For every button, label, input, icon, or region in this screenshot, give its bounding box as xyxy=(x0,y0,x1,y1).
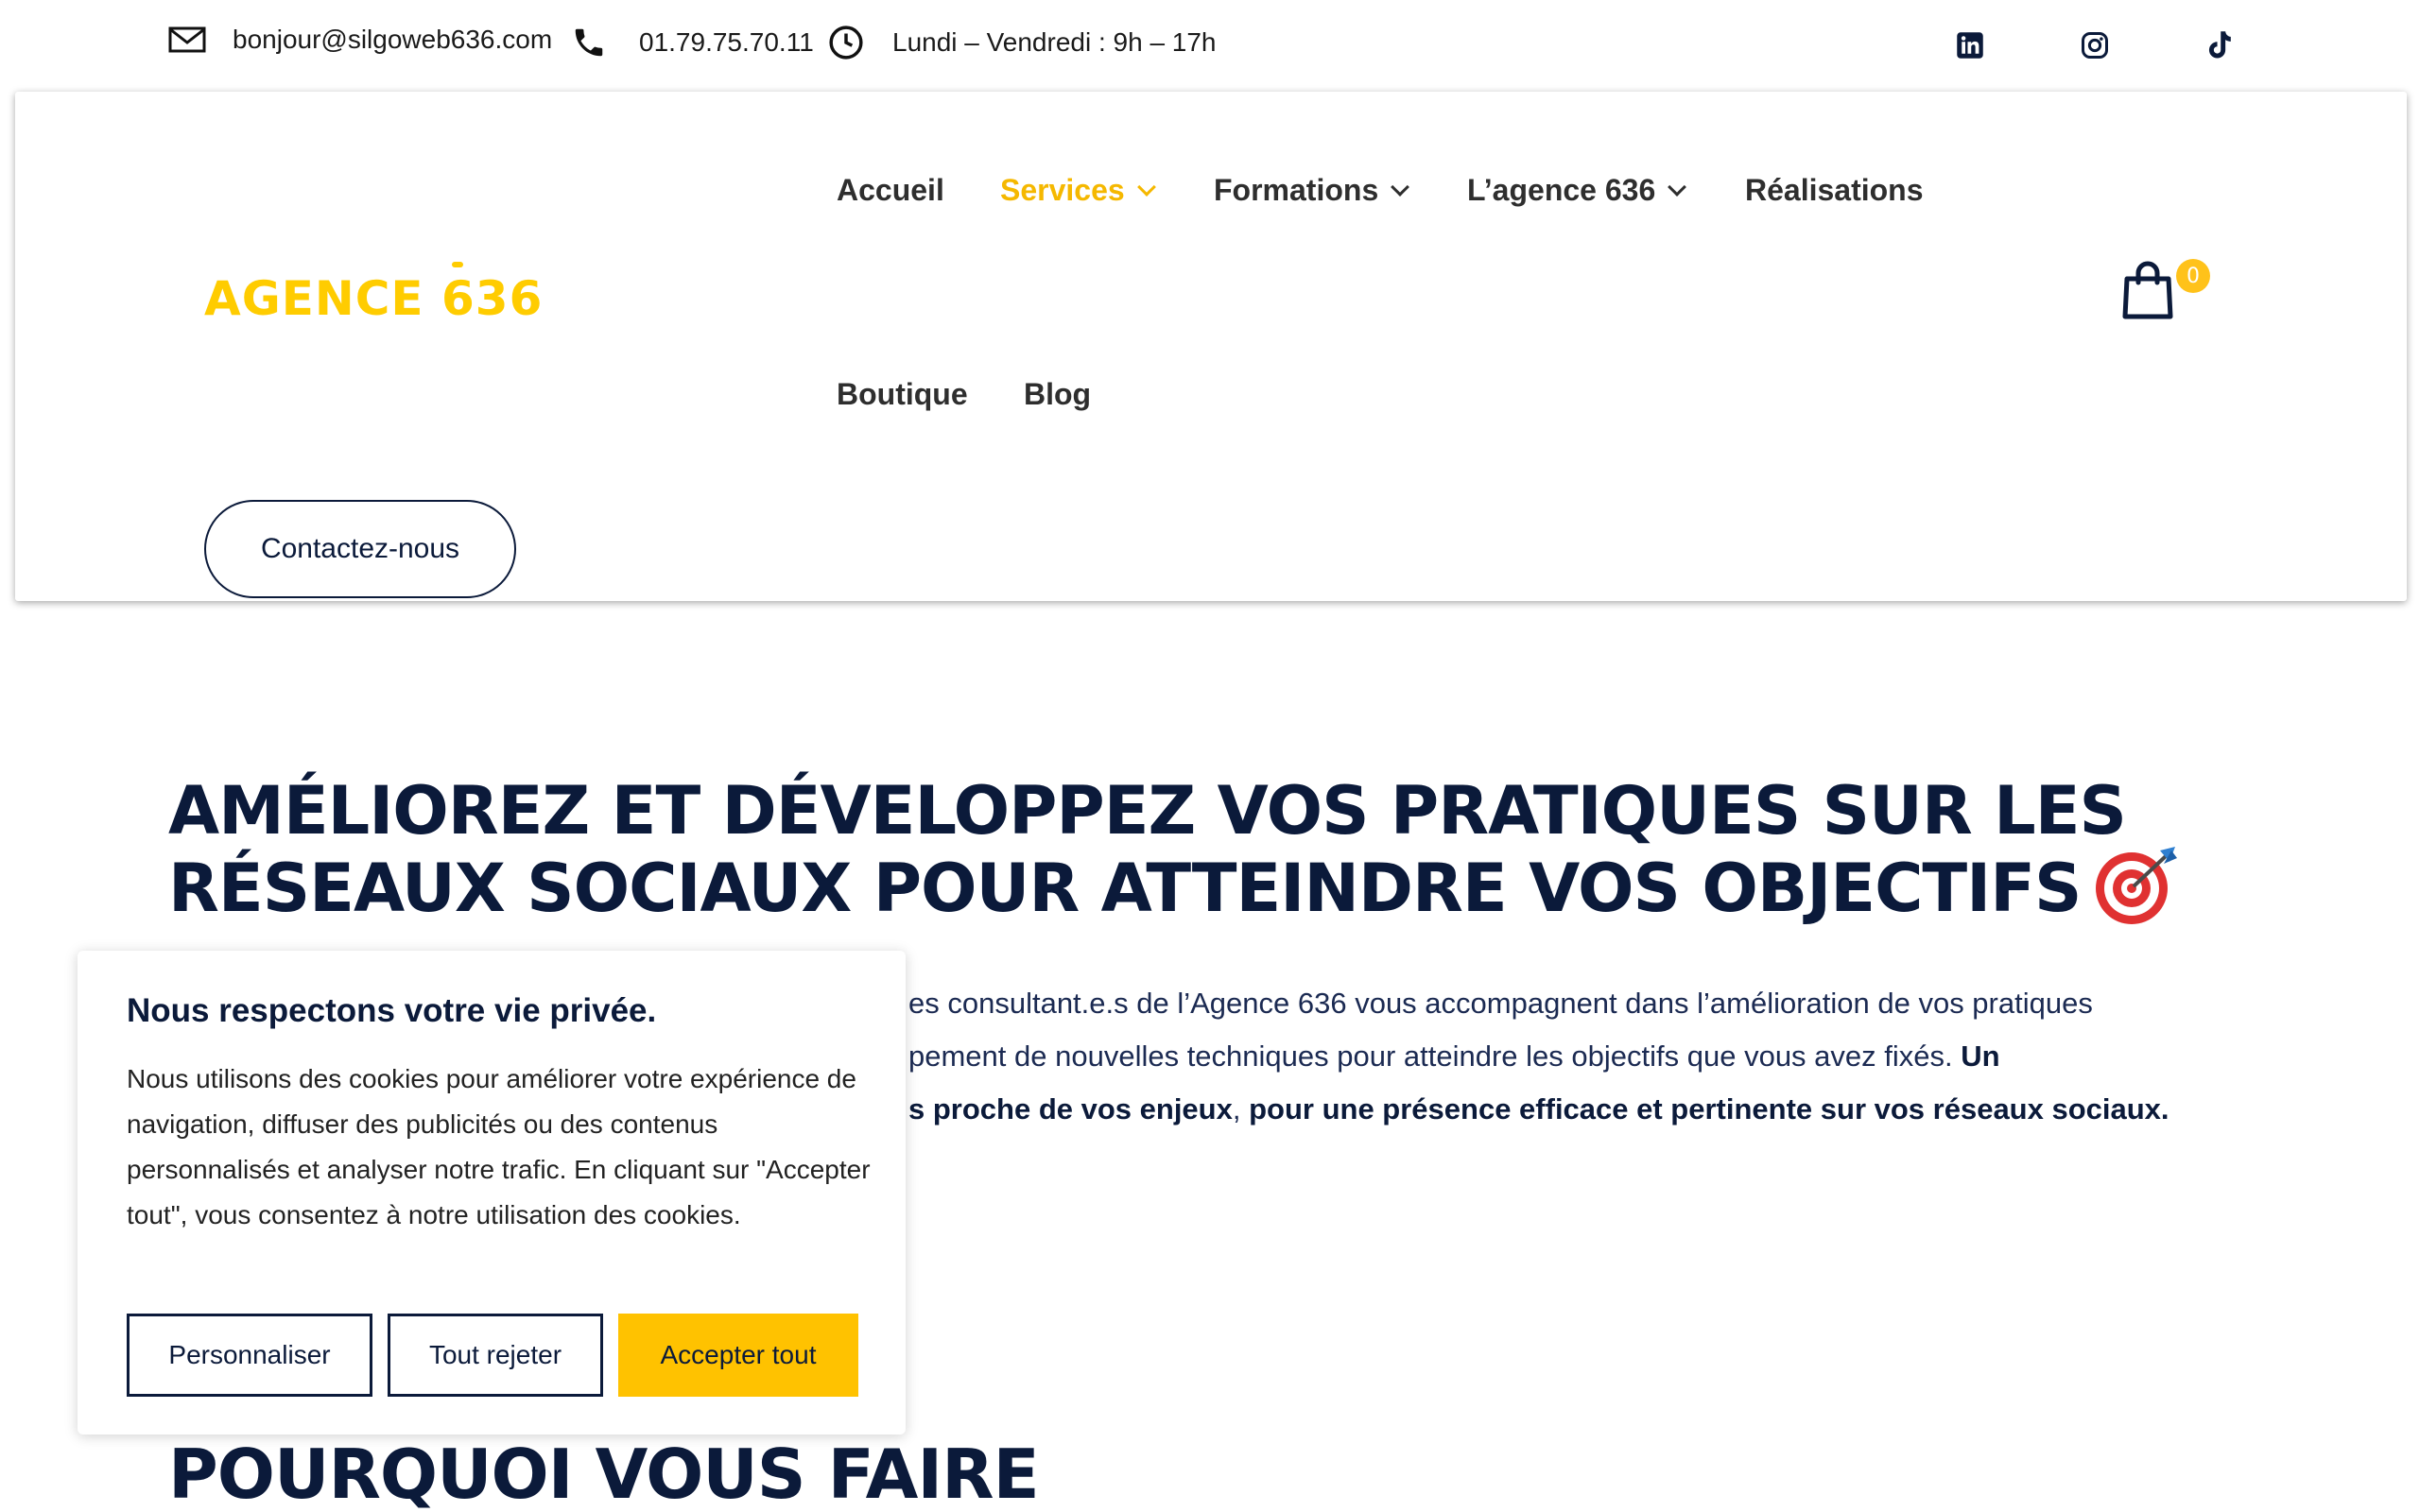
target-icon xyxy=(2094,847,2181,939)
chevron-down-icon xyxy=(1136,177,1156,197)
opening-hours: Lundi – Vendredi : 9h – 17h xyxy=(828,25,1217,60)
email-text: bonjour@silgoweb636.com xyxy=(233,25,553,54)
nav-label: Services xyxy=(1000,173,1125,207)
hours-text: Lundi – Vendredi : 9h – 17h xyxy=(892,27,1217,57)
chevron-down-icon xyxy=(1668,177,1687,197)
mail-icon xyxy=(168,26,206,54)
cart-count-badge: 0 xyxy=(2176,259,2210,293)
top-bar: bonjour@silgoweb636.com 01.79.75.70.11 L… xyxy=(0,0,2420,91)
para-line-2-bold: Un xyxy=(1961,1040,2000,1073)
page-title: AMÉLIOREZ ET DÉVELOPPEZ VOS PRATIQUES SU… xyxy=(168,775,2267,939)
para-line-3-bold-a: s proche de vos enjeux xyxy=(908,1092,1233,1125)
cookie-banner: Nous respectons votre vie privée. Nous u… xyxy=(78,951,906,1435)
phone-text: 01.79.75.70.11 xyxy=(639,27,814,57)
nav-services[interactable]: Services xyxy=(1000,173,1156,208)
accept-all-button[interactable]: Accepter tout xyxy=(618,1314,858,1397)
nav-blog[interactable]: Blog xyxy=(1024,377,1091,412)
shopping-bag-icon xyxy=(2122,261,2173,319)
cart-button[interactable] xyxy=(2118,260,2184,326)
nav-label: Blog xyxy=(1024,377,1092,411)
nav-label: Formations xyxy=(1214,173,1379,207)
cookie-title: Nous respectons votre vie privée. xyxy=(127,992,657,1029)
para-line-3-bold-b: pour une présence efficace et pertinente… xyxy=(1249,1092,2169,1125)
logo-accent xyxy=(452,262,463,267)
para-line-2: pement de nouvelles techniques pour atte… xyxy=(908,1040,1962,1073)
nav-agence[interactable]: L’agence 636 xyxy=(1467,173,1687,208)
nav-label: Accueil xyxy=(837,173,944,207)
phone-contact[interactable]: 01.79.75.70.11 xyxy=(571,25,814,60)
tiktok-icon[interactable] xyxy=(2203,28,2237,62)
reject-all-button[interactable]: Tout rejeter xyxy=(388,1314,603,1397)
title-line-1: AMÉLIOREZ ET DÉVELOPPEZ VOS PRATIQUES SU… xyxy=(168,772,2127,850)
para-line-3-sep: , xyxy=(1232,1092,1250,1125)
nav-realisations[interactable]: Réalisations xyxy=(1745,173,1924,208)
nav-label: Boutique xyxy=(837,377,968,411)
section-title: POURQUOI VOUS FAIRE xyxy=(168,1435,1040,1512)
logo-text: AGENCE 636 xyxy=(204,271,544,326)
nav-accueil[interactable]: Accueil xyxy=(837,173,944,208)
cookie-text: Nous utilisons des cookies pour améliore… xyxy=(127,1064,871,1229)
agency-logo[interactable]: AGENCE 636 xyxy=(204,262,544,326)
title-line-2: RÉSEAUX SOCIAUX POUR ATTEINDRE VOS OBJEC… xyxy=(168,850,2082,928)
email-contact[interactable]: bonjour@silgoweb636.com xyxy=(168,25,552,55)
customize-button[interactable]: Personnaliser xyxy=(127,1314,372,1397)
para-line-1: es consultant.e.s de l’Agence 636 vous a… xyxy=(908,987,2093,1020)
chevron-down-icon xyxy=(1391,177,1410,197)
instagram-icon[interactable] xyxy=(2078,28,2112,62)
nav-formations[interactable]: Formations xyxy=(1214,173,1410,208)
clock-icon xyxy=(828,25,864,60)
site-header: AGENCE 636 Accueil Services Formations L… xyxy=(15,92,2407,601)
nav-label: Réalisations xyxy=(1745,173,1924,207)
linkedin-icon[interactable] xyxy=(1953,28,1987,62)
phone-icon xyxy=(571,25,607,60)
nav-boutique[interactable]: Boutique xyxy=(837,377,968,412)
nav-label: L’agence 636 xyxy=(1467,173,1656,207)
contact-button[interactable]: Contactez-nous xyxy=(204,500,516,598)
